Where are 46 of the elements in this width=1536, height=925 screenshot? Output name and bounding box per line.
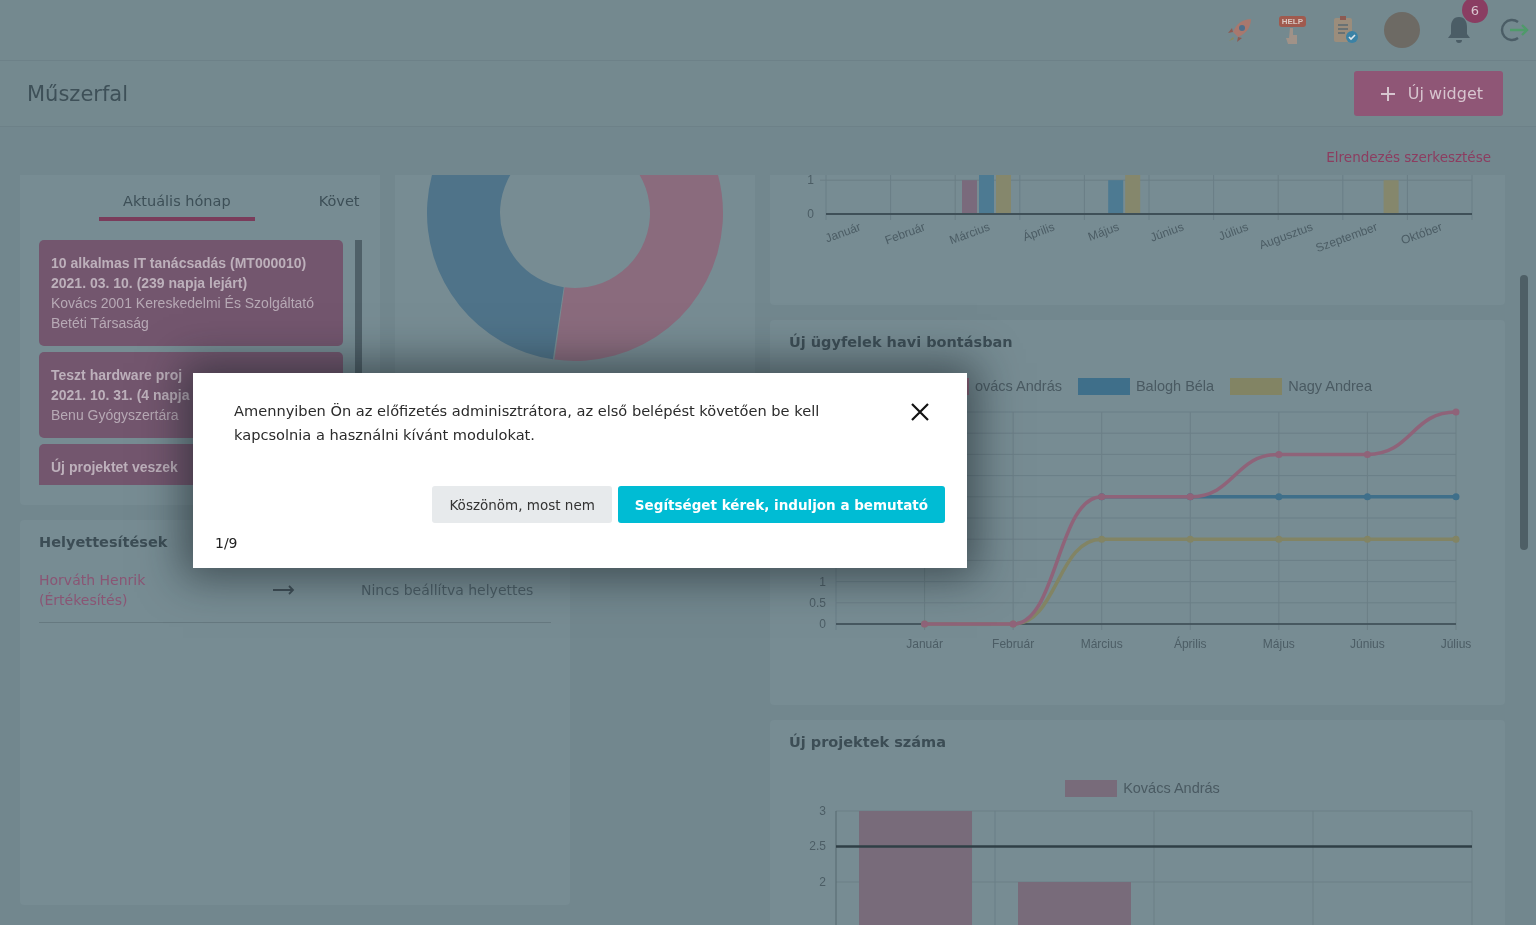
- data-point: [1363, 493, 1371, 501]
- data-point: [1452, 493, 1460, 501]
- card-title: Új ügyfelek havi bontásban: [789, 334, 1013, 352]
- help-label[interactable]: HELP: [1278, 16, 1306, 27]
- project-title: Teszt hardware proj: [51, 366, 183, 385]
- arrow-right-icon: [273, 585, 295, 595]
- bar: [996, 175, 1011, 214]
- bar: [979, 175, 994, 214]
- card-title: Új projektek száma: [789, 734, 946, 752]
- logout-icon[interactable]: [1498, 16, 1530, 44]
- page-scrollbar-thumb[interactable]: [1520, 275, 1528, 550]
- page-title: Műszerfal: [27, 81, 129, 106]
- tab[interactable]: Követ: [294, 175, 380, 221]
- legend-swatch[interactable]: [1065, 779, 1118, 797]
- project-deadline: 2021. 03. 10. (239 napja lejárt): [51, 274, 248, 293]
- data-point: [1363, 450, 1371, 458]
- card-title: Helyettesítések: [39, 534, 168, 550]
- project-client: Benu Gyógyszertára: [51, 406, 179, 425]
- data-point: [1452, 408, 1460, 416]
- notification-badge: 6: [1462, 0, 1488, 23]
- data-point: [1275, 535, 1283, 543]
- legend-swatch[interactable]: [1230, 377, 1283, 395]
- project-client: Kovács 2001 Kereskedelmi És Szolgáltató Betéti Társaság: [51, 294, 316, 333]
- data-point: [1452, 535, 1460, 543]
- project-card[interactable]: 10 alkalmas IT tanácsadás (MT000010) 2021. 03. 10. (239 napja lejárt) Kovács 2001 Kereskedelmi És Szolgáltató Betéti Társaság: [39, 240, 343, 346]
- data-point: [1363, 535, 1371, 543]
- data-point: [1186, 535, 1194, 543]
- data-point: [1275, 450, 1283, 458]
- dismiss-button[interactable]: Köszönöm, most nem: [432, 486, 612, 523]
- bar: [962, 180, 977, 214]
- tab[interactable]: Aktuális hónap: [99, 175, 255, 221]
- bar: [1108, 180, 1124, 214]
- new-widget-button[interactable]: Új widget: [1353, 71, 1503, 116]
- bar: [1125, 175, 1141, 214]
- data-point: [1098, 535, 1106, 543]
- avatar[interactable]: [1384, 12, 1420, 48]
- start-tour-button[interactable]: Segítséget kérek, induljon a bemutató: [617, 486, 945, 523]
- step-counter: 1/9: [215, 535, 238, 551]
- bar: [1383, 180, 1399, 214]
- project-title: 10 alkalmas IT tanácsadás (MT000010): [51, 254, 307, 273]
- edit-layout-link[interactable]: Elrendezés szerkesztése: [1326, 137, 1491, 165]
- legend-swatch[interactable]: [1077, 377, 1130, 395]
- data-point: [1275, 493, 1283, 501]
- project-deadline: 2021. 10. 31. (4 napja: [51, 386, 190, 405]
- plus-icon: [1379, 85, 1396, 102]
- project-title: Új projektet veszek: [51, 457, 178, 477]
